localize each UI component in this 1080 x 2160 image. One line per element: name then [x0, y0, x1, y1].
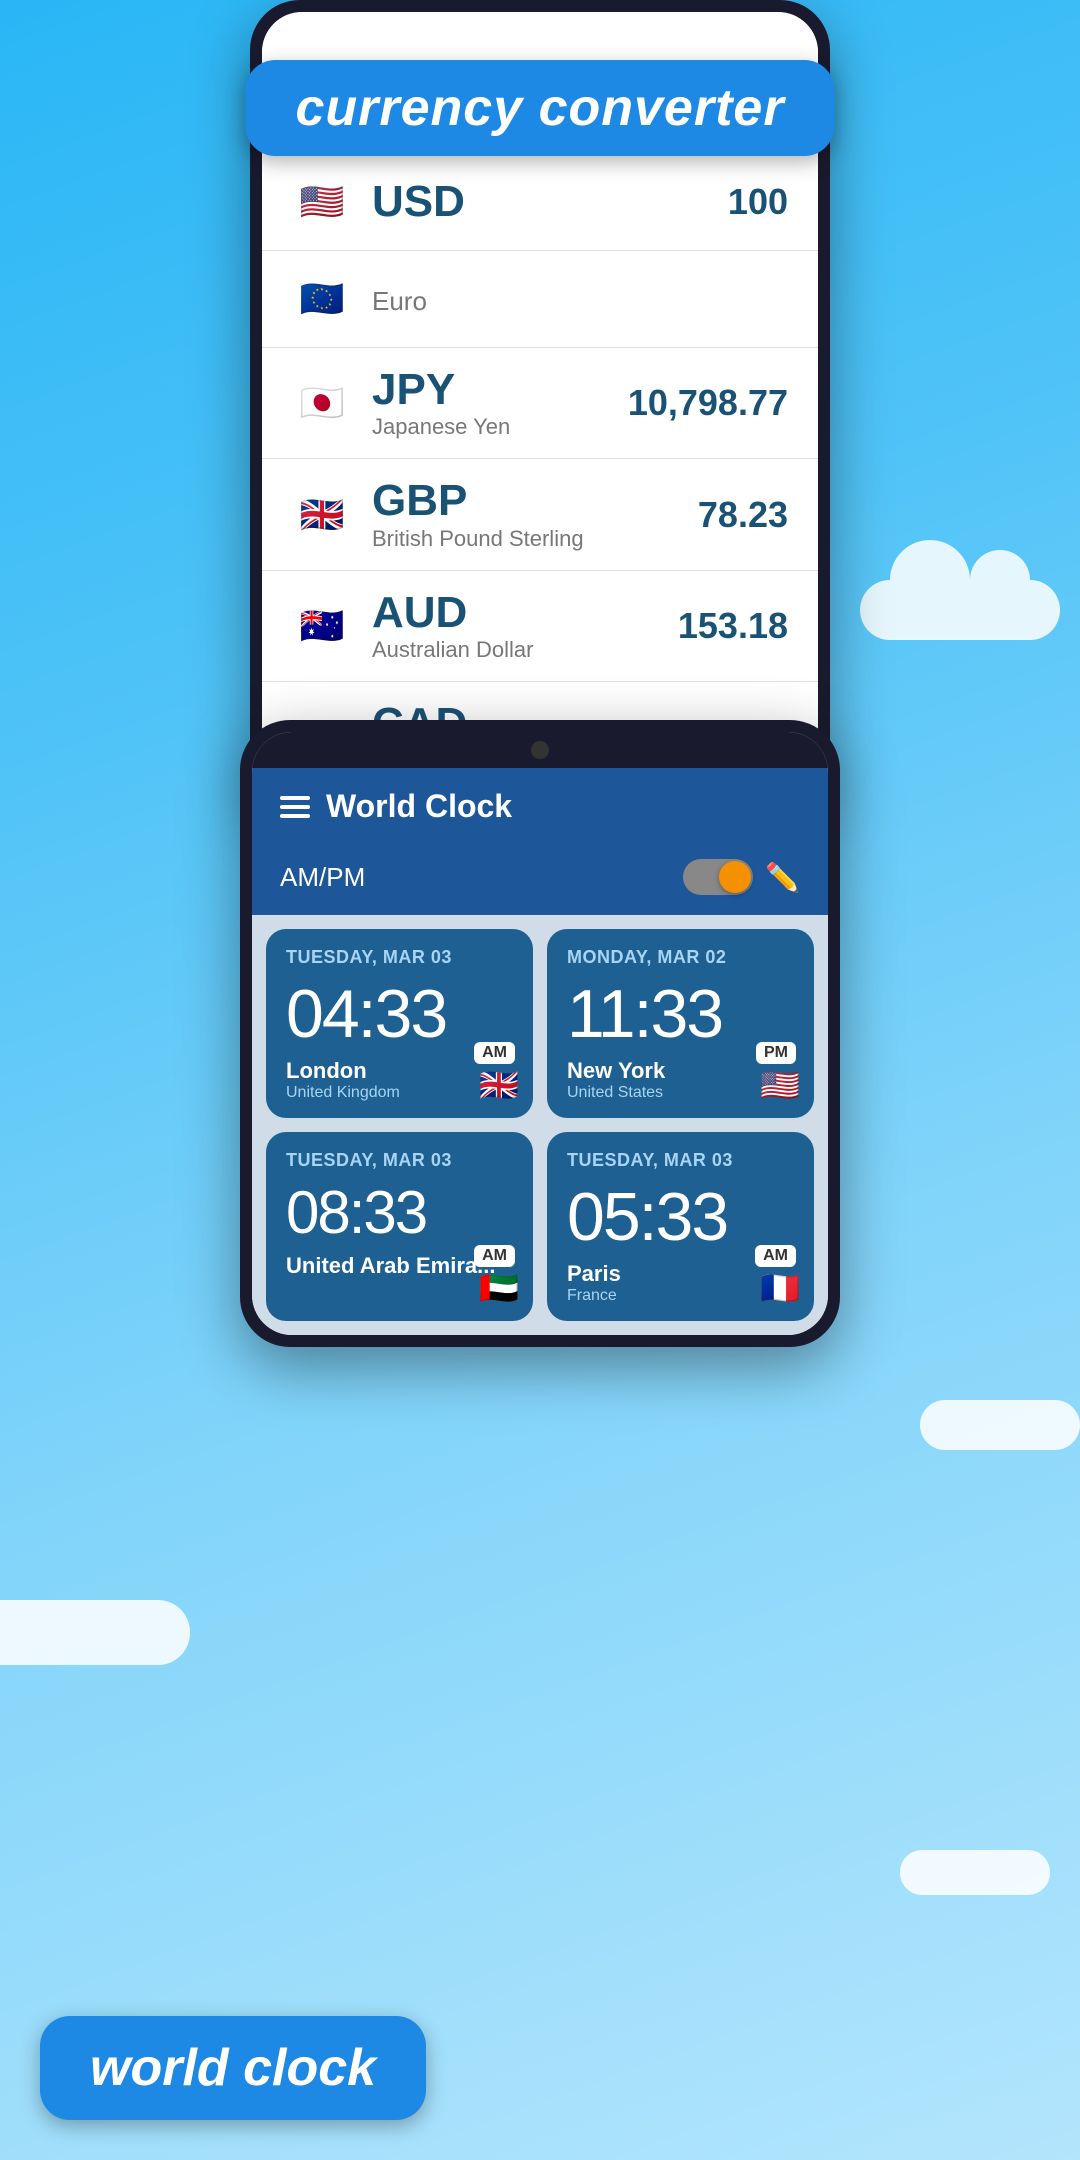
- currency-row-aud[interactable]: 🇦🇺 AUD Australian Dollar 153.18: [262, 571, 818, 682]
- cloud-decoration-3: [0, 1600, 190, 1665]
- eur-flag: 🇪🇺: [292, 269, 352, 329]
- phone-notch: [252, 732, 828, 768]
- usd-flag: 🇺🇸: [292, 172, 352, 232]
- gbp-value: 78.23: [698, 494, 788, 536]
- eur-info: Euro: [372, 282, 788, 317]
- currency-badge: currency converter: [245, 60, 834, 156]
- currency-row-gbp[interactable]: 🇬🇧 GBP British Pound Sterling 78.23: [262, 459, 818, 570]
- world-clock-header: World Clock: [252, 768, 828, 845]
- jpy-flag: 🇯🇵: [292, 373, 352, 433]
- gbp-name: British Pound Sterling: [372, 526, 698, 552]
- cloud-decoration-2: [920, 1400, 1080, 1450]
- usd-code: USD: [372, 178, 728, 226]
- jpy-value: 10,798.77: [628, 382, 788, 424]
- clock-card-uae[interactable]: TUESDAY, MAR 03 08:33 AM United Arab Emi…: [266, 1132, 533, 1321]
- paris-ampm: AM: [755, 1245, 796, 1267]
- currency-badge-label: currency converter: [295, 79, 784, 137]
- eur-name: Euro: [372, 286, 788, 317]
- toggle-knob: [719, 861, 751, 893]
- aud-value: 153.18: [678, 605, 788, 647]
- cloud-decoration-1: [860, 580, 1060, 640]
- world-clock-badge: world clock: [40, 2016, 426, 2120]
- paris-flag: 🇫🇷: [760, 1269, 800, 1307]
- aud-flag: 🇦🇺: [292, 596, 352, 656]
- london-flag: 🇬🇧: [479, 1066, 519, 1104]
- world-clock-screen: World Clock AM/PM ✏️ TUESDAY, MAR 03 04:…: [252, 732, 828, 1335]
- paris-date: TUESDAY, MAR 03: [567, 1150, 794, 1171]
- london-ampm: AM: [474, 1042, 515, 1064]
- clock-card-london[interactable]: TUESDAY, MAR 03 04:33 AM London United K…: [266, 929, 533, 1118]
- clock-card-paris[interactable]: TUESDAY, MAR 03 05:33 AM Paris France 🇫🇷: [547, 1132, 814, 1321]
- aud-code: AUD: [372, 589, 678, 637]
- gbp-flag: 🇬🇧: [292, 485, 352, 545]
- currency-phone: currency converter 100 USD equals: 🇺🇸 US…: [250, 0, 830, 806]
- london-date: TUESDAY, MAR 03: [286, 947, 513, 968]
- usd-value: 100: [728, 181, 788, 223]
- currency-row-eur[interactable]: 🇪🇺 Euro: [262, 251, 818, 348]
- currency-row-usd[interactable]: 🇺🇸 USD 100: [262, 172, 818, 251]
- world-clock-badge-label: world clock: [90, 2039, 376, 2097]
- uae-time: 08:33: [286, 1183, 513, 1243]
- ampm-toggle[interactable]: [683, 859, 753, 895]
- aud-info: AUD Australian Dollar: [372, 589, 678, 663]
- uae-ampm: AM: [474, 1245, 515, 1267]
- currency-row-jpy[interactable]: 🇯🇵 JPY Japanese Yen 10,798.77: [262, 348, 818, 459]
- clock-card-newyork[interactable]: MONDAY, MAR 02 11:33 PM New York United …: [547, 929, 814, 1118]
- jpy-info: JPY Japanese Yen: [372, 366, 628, 440]
- world-clock-subheader: AM/PM ✏️: [252, 845, 828, 915]
- uae-date: TUESDAY, MAR 03: [286, 1150, 513, 1171]
- cloud-decoration-4: [900, 1850, 1050, 1895]
- jpy-name: Japanese Yen: [372, 414, 628, 440]
- london-time: 04:33: [286, 980, 513, 1048]
- newyork-time: 11:33: [567, 980, 794, 1048]
- menu-icon[interactable]: [280, 796, 310, 818]
- newyork-ampm: PM: [756, 1042, 796, 1064]
- uae-flag: 🇦🇪: [479, 1269, 519, 1307]
- newyork-flag: 🇺🇸: [760, 1066, 800, 1104]
- gbp-code: GBP: [372, 477, 698, 525]
- world-clock-phone: World Clock AM/PM ✏️ TUESDAY, MAR 03 04:…: [240, 720, 840, 1347]
- world-clock-title: World Clock: [326, 788, 800, 825]
- paris-time: 05:33: [567, 1183, 794, 1251]
- gbp-info: GBP British Pound Sterling: [372, 477, 698, 551]
- jpy-code: JPY: [372, 366, 628, 414]
- edit-icon[interactable]: ✏️: [765, 861, 800, 894]
- usd-info: USD: [372, 178, 728, 226]
- ampm-label: AM/PM: [280, 862, 683, 893]
- aud-name: Australian Dollar: [372, 637, 678, 663]
- notch-dot: [531, 741, 549, 759]
- clock-grid: TUESDAY, MAR 03 04:33 AM London United K…: [252, 915, 828, 1335]
- newyork-date: MONDAY, MAR 02: [567, 947, 794, 968]
